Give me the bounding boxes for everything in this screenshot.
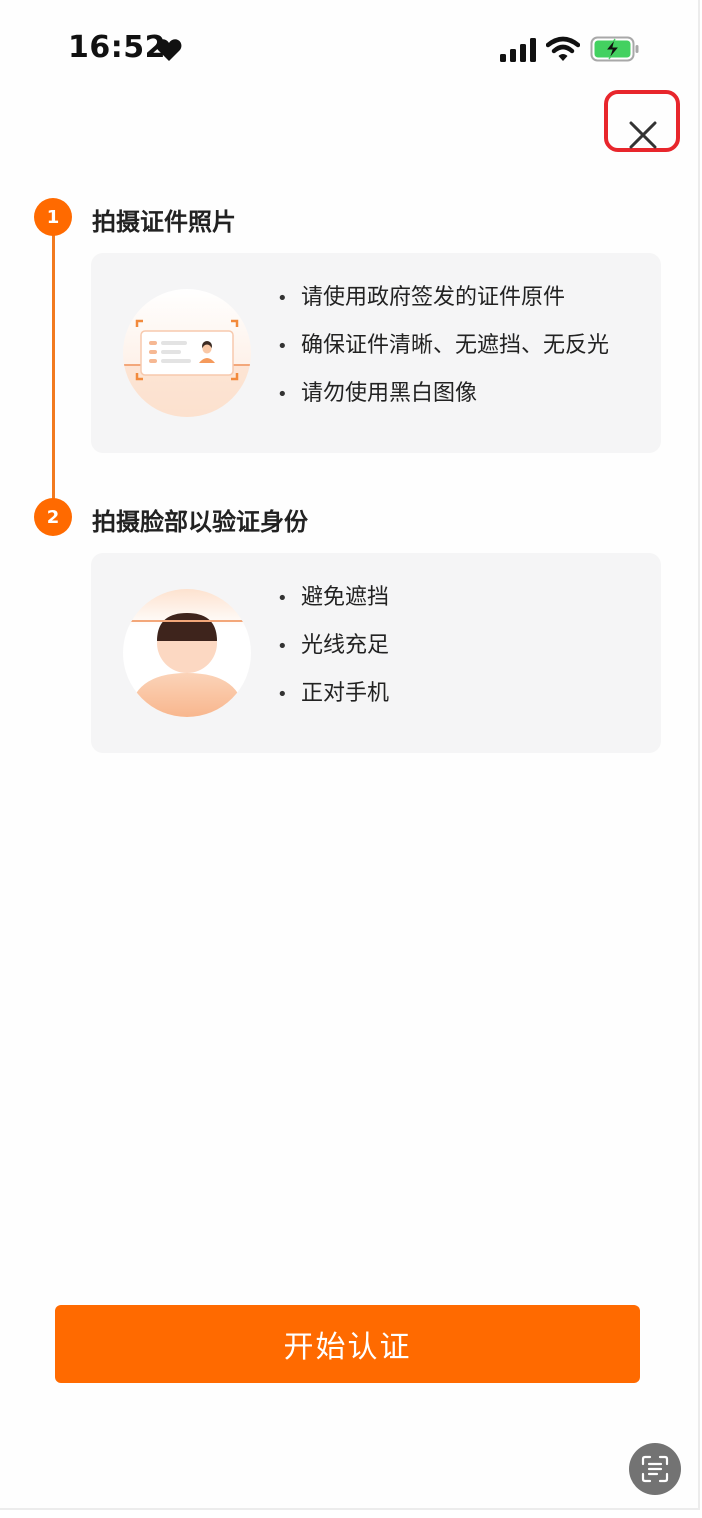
battery-charging-icon bbox=[590, 36, 639, 62]
heart-icon bbox=[156, 39, 182, 61]
document-tips-list: • 请使用政府签发的证件原件 • 确保证件清晰、无遮挡、无反光 • 请勿使用黑白图像 bbox=[277, 283, 609, 427]
tip-text: 请使用政府签发的证件原件 bbox=[301, 285, 566, 310]
wifi-icon bbox=[546, 36, 580, 61]
bullet: • bbox=[277, 336, 288, 357]
bullet: • bbox=[277, 288, 288, 309]
bullet: • bbox=[277, 384, 288, 405]
list-item: • 请勿使用黑白图像 bbox=[277, 379, 609, 427]
tip-text: 光线充足 bbox=[301, 633, 390, 658]
bullet: • bbox=[277, 588, 288, 609]
tip-text: 请勿使用黑白图像 bbox=[301, 381, 478, 406]
tip-text: 避免遮挡 bbox=[301, 585, 390, 610]
list-item: • 请使用政府签发的证件原件 bbox=[277, 283, 609, 331]
face-illustration bbox=[123, 589, 251, 717]
close-icon bbox=[629, 121, 657, 149]
scan-text-icon bbox=[641, 1455, 669, 1483]
list-item: • 正对手机 bbox=[277, 679, 389, 727]
close-button[interactable] bbox=[604, 90, 680, 152]
list-item: • 避免遮挡 bbox=[277, 583, 389, 631]
status-time: 16:52 bbox=[68, 30, 166, 65]
face-tips-list: • 避免遮挡 • 光线充足 • 正对手机 bbox=[277, 583, 389, 727]
list-item: • 光线充足 bbox=[277, 631, 389, 679]
id-card-illustration bbox=[123, 289, 251, 417]
bullet: • bbox=[277, 684, 288, 705]
step-title-document: 拍摄证件照片 bbox=[92, 208, 236, 236]
step-number-badge: 2 bbox=[34, 498, 72, 536]
start-verification-button[interactable]: 开始认证 bbox=[55, 1305, 640, 1383]
tip-text: 正对手机 bbox=[301, 681, 390, 706]
list-item: • 确保证件清晰、无遮挡、无反光 bbox=[277, 331, 609, 379]
bullet: • bbox=[277, 636, 288, 657]
face-tips-card: • 避免遮挡 • 光线充足 • 正对手机 bbox=[91, 553, 661, 753]
step-connector-line bbox=[52, 218, 55, 518]
scan-text-button[interactable] bbox=[629, 1443, 681, 1495]
step-number-badge: 1 bbox=[34, 198, 72, 236]
step-title-face: 拍摄脸部以验证身份 bbox=[92, 508, 308, 536]
signal-icon bbox=[500, 38, 536, 62]
tip-text: 确保证件清晰、无遮挡、无反光 bbox=[301, 333, 610, 358]
verification-guide-screen: 16:52 1 拍摄证件照片 • 请使用政府签发的证件原件 • 确保证件清晰、无… bbox=[0, 0, 700, 1510]
document-tips-card: • 请使用政府签发的证件原件 • 确保证件清晰、无遮挡、无反光 • 请勿使用黑白图像 bbox=[91, 253, 661, 453]
